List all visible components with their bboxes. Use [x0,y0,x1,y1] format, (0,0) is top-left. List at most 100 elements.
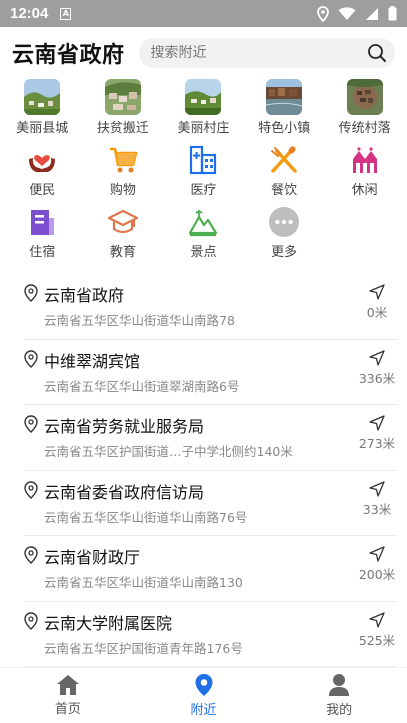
poi-navigate[interactable]: 525米 [357,611,397,667]
location-pin-icon [24,546,38,564]
poi-distance: 33米 [362,501,392,517]
poi-address: 云南省五华区护国街道…子中学北侧约140米 [44,444,293,459]
list-item[interactable]: 云南省政府 云南省五华区华山街道华山南路78 0米 [24,274,397,340]
category-poverty-relocation[interactable]: 扶贫搬迁 [84,79,162,136]
poi-text: 中维翠湖宾馆 云南省五华区华山街道翠湖南路6号 [44,348,357,405]
category-label: 特色小镇 [258,121,311,136]
search-bar[interactable] [138,38,395,68]
poi-distance: 525米 [358,632,396,648]
search-input[interactable] [150,45,367,61]
category-label: 餐饮 [271,183,298,198]
category-label: 教育 [109,245,136,260]
user-icon [329,674,350,696]
navigation-arrow-icon[interactable] [369,415,385,431]
location-status-icon [317,5,329,22]
tab-mine[interactable]: 我的 [271,668,407,723]
signal-icon [366,7,378,20]
category-medical[interactable]: 医疗 [164,144,242,198]
poi-navigate[interactable]: 200米 [357,546,397,601]
tab-label: 附近 [190,703,217,718]
category-beautiful-county[interactable]: 美丽县城 [3,79,81,136]
list-item[interactable]: 云南省委省政府信访局 云南省五华区华山街道华山南路76号 33米 [24,471,397,536]
category-label: 购物 [109,183,136,198]
category-beautiful-village[interactable]: 美丽村庄 [164,79,242,136]
poi-address: 云南省五华区华山街道华山南路76号 [44,509,248,525]
navigation-arrow-icon[interactable] [369,546,385,562]
poi-name: 云南省财政厅 [44,548,141,567]
status-time: 12:04 [10,5,49,22]
list-item[interactable]: 云南大学附属医院 云南省五华区护国街道青年路176号 525米 [24,602,397,667]
navigation-arrow-icon[interactable] [369,611,385,628]
category-scenic-spots[interactable]: 景点 [164,206,242,260]
poi-navigate[interactable]: 273米 [357,415,397,470]
category-leisure[interactable]: 休闲 [326,144,404,198]
category-traditional-village[interactable]: 传统村落 [326,79,404,136]
icon-category-row: 便民 购物 医疗 餐饮 休闲 [0,144,407,198]
tab-label: 首页 [54,702,81,717]
photo-category-row: 美丽县城 扶贫搬迁 美丽村庄 特色小镇 传统村落 [0,79,407,136]
category-accommodation[interactable]: 住宿 [3,206,81,260]
poi-text: 云南大学附属医院 云南省五华区护国街道青年路176号 [44,610,357,667]
poi-text: 云南省财政厅 云南省五华区华山街道华山南路130 [44,544,357,601]
poi-text: 云南省政府 云南省五华区华山街道华山南路78 [44,282,357,339]
leisure-icon [349,144,381,176]
wifi-icon [338,6,356,20]
graduation-cap-icon [107,206,139,238]
poi-distance: 200米 [358,567,396,582]
location-pin-icon [24,284,38,302]
category-label: 住宿 [29,245,56,260]
navigation-arrow-icon[interactable] [369,284,385,300]
relocation-thumbnail [104,79,141,115]
category-label: 美丽村庄 [177,121,230,136]
status-icons [317,5,397,22]
category-label: 便民 [29,183,56,198]
poi-address: 云南省五华区护国街道青年路176号 [44,640,243,656]
poi-address: 云南省五华区华山街道翠湖南路6号 [44,378,240,394]
list-item[interactable]: 中维翠湖宾馆 云南省五华区华山街道翠湖南路6号 336米 [24,340,397,405]
tab-label: 我的 [326,703,353,718]
list-item[interactable]: 云南省劳务就业服务局 云南省五华区护国街道…子中学北侧约140米 273米 [24,405,397,471]
category-featured-town[interactable]: 特色小镇 [245,79,323,136]
tab-nearby[interactable]: 附近 [136,668,272,723]
category-convenience[interactable]: 便民 [3,144,81,198]
category-more[interactable]: 更多 [245,206,323,260]
poi-navigate[interactable]: 33米 [357,480,397,536]
traditional-village-thumbnail [346,79,383,115]
poi-navigate[interactable]: 0米 [357,284,397,339]
poi-name: 云南省委省政府信访局 [44,482,205,502]
poi-distance: 336米 [358,370,396,386]
navigation-arrow-icon[interactable] [369,480,385,497]
poi-address: 云南省五华区华山街道华山南路78 [44,313,235,328]
location-icon [195,674,212,696]
header: 云南省政府 [0,27,407,79]
poi-text: 云南省劳务就业服务局 云南省五华区护国街道…子中学北侧约140米 [44,413,357,470]
hands-heart-icon [26,144,58,176]
location-pin-icon [24,415,38,433]
category-label: 景点 [190,245,217,260]
home-icon [56,675,79,695]
hotel-icon [26,206,58,238]
category-label: 美丽县城 [16,121,69,136]
bottom-tab-bar: 首页 附近 我的 [0,667,407,723]
category-placeholder [326,206,404,260]
category-label: 休闲 [351,183,378,198]
poi-name: 云南省劳务就业服务局 [44,417,205,436]
town-thumbnail [266,79,303,115]
tab-home[interactable]: 首页 [0,668,136,723]
category-dining[interactable]: 餐饮 [245,144,323,198]
poi-text: 云南省委省政府信访局 云南省五华区华山街道华山南路76号 [44,479,357,536]
icon-category-row: 住宿 教育 景点 更多 [0,206,407,260]
category-shopping[interactable]: 购物 [84,144,162,198]
nearby-list: 云南省政府 云南省五华区华山街道华山南路78 0米 中维翠湖宾馆 云南省五华区华… [0,274,407,667]
category-label: 更多 [271,245,298,260]
category-education[interactable]: 教育 [84,206,162,260]
more-icon [268,206,300,238]
location-pin-icon [24,349,38,368]
search-icon[interactable] [367,43,387,63]
list-item[interactable]: 云南省财政厅 云南省五华区华山街道华山南路130 200米 [24,536,397,602]
poi-navigate[interactable]: 336米 [357,349,397,405]
poi-name: 中维翠湖宾馆 [44,351,141,371]
hospital-icon [187,144,219,176]
navigation-arrow-icon[interactable] [369,349,385,366]
category-label: 医疗 [190,183,217,198]
